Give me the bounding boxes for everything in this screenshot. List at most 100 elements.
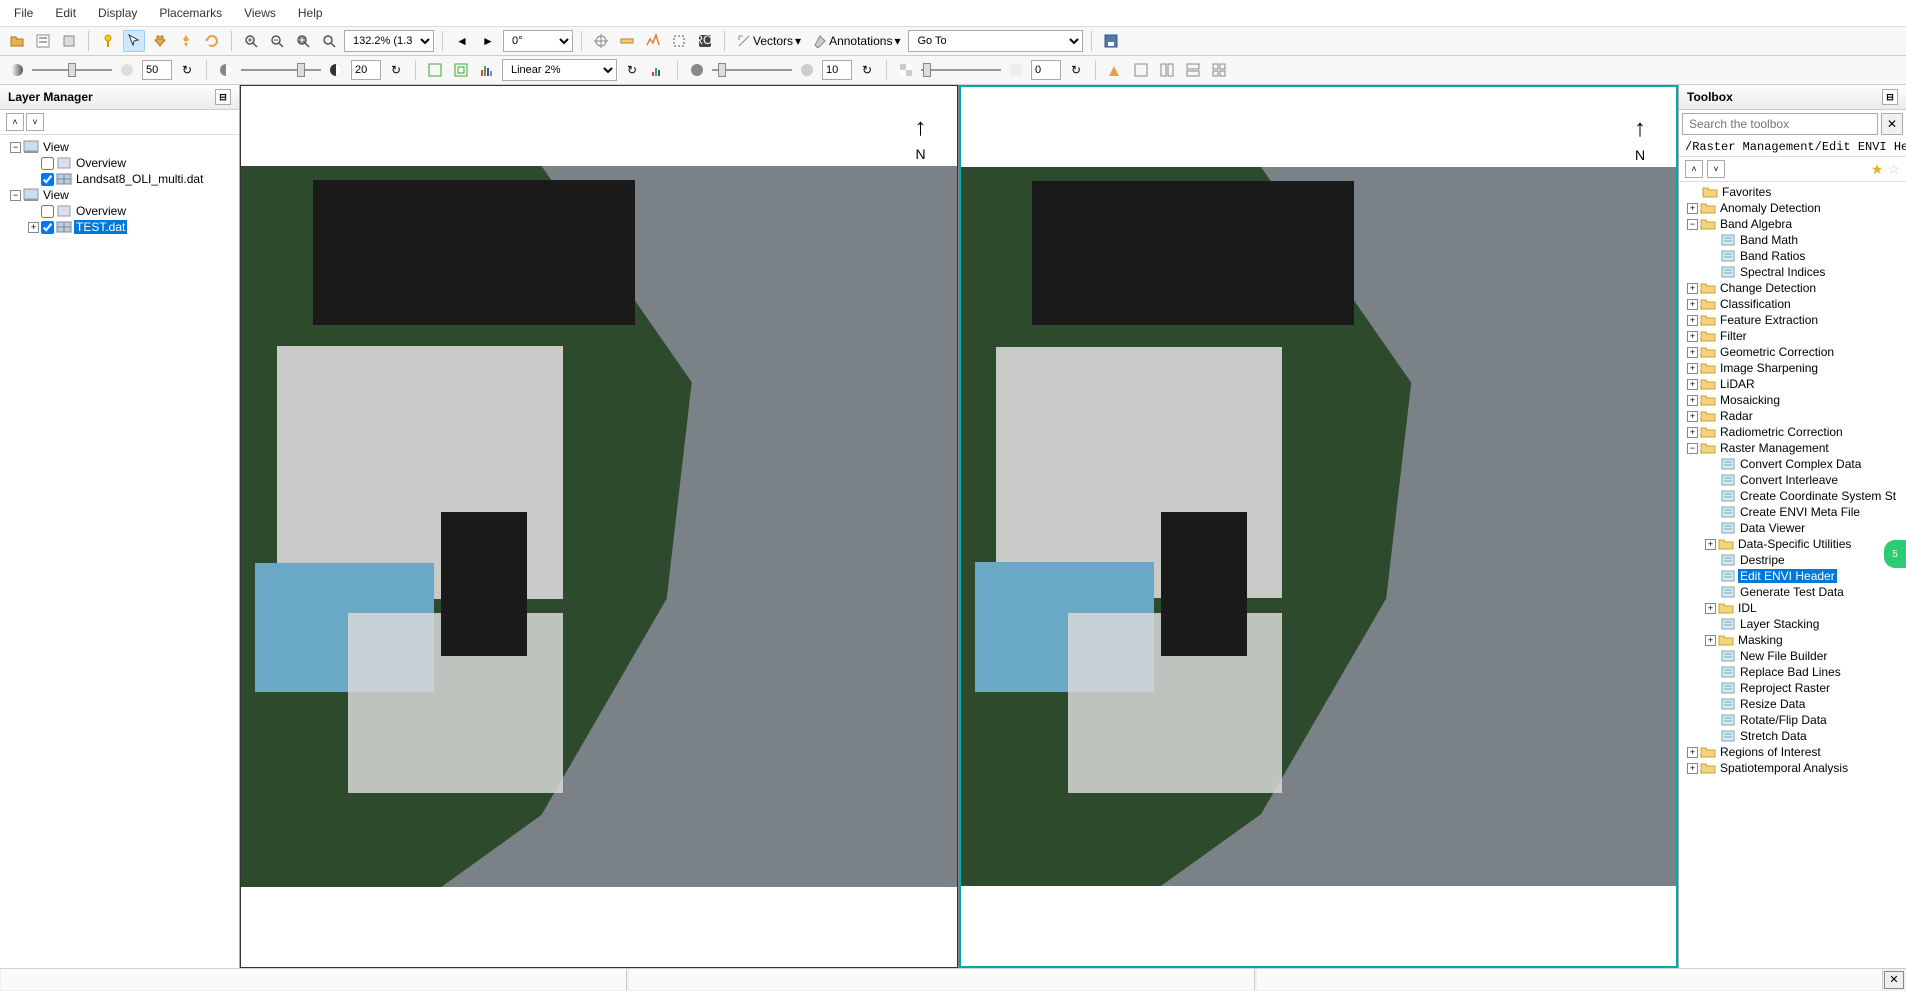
- toolbox-label[interactable]: Band Math: [1738, 233, 1800, 247]
- roi-icon[interactable]: ROI: [694, 30, 716, 52]
- layer-tree-item[interactable]: − View: [4, 139, 235, 155]
- toolbox-tree-item[interactable]: Generate Test Data: [1681, 584, 1904, 600]
- select-icon[interactable]: [123, 30, 145, 52]
- toolbox-label[interactable]: Create ENVI Meta File: [1738, 505, 1862, 519]
- brightness-icon[interactable]: [6, 59, 28, 81]
- layer-checkbox[interactable]: [41, 205, 54, 218]
- stretch-extent-icon[interactable]: [424, 59, 446, 81]
- tree-toggle-icon[interactable]: −: [1687, 443, 1698, 454]
- toolbox-label[interactable]: Resize Data: [1738, 697, 1807, 711]
- menu-display[interactable]: Display: [88, 2, 147, 24]
- tree-toggle-icon[interactable]: −: [10, 142, 21, 153]
- toolbox-tree-item[interactable]: +Mosaicking: [1681, 392, 1904, 408]
- toolbox-tree-item[interactable]: + Feature Extraction: [1681, 312, 1904, 328]
- toolbox-label[interactable]: Replace Bad Lines: [1738, 665, 1843, 679]
- portal-icon[interactable]: [1104, 59, 1126, 81]
- tree-toggle-icon[interactable]: +: [28, 222, 39, 233]
- tree-toggle-icon[interactable]: +: [1687, 299, 1698, 310]
- tree-toggle-icon[interactable]: +: [1687, 347, 1698, 358]
- toolbox-label[interactable]: Band Algebra: [1718, 217, 1794, 231]
- rotate-icon[interactable]: [201, 30, 223, 52]
- tree-toggle-icon[interactable]: −: [1687, 219, 1698, 230]
- panel-pin-icon[interactable]: ⊟: [215, 89, 231, 105]
- layer-label[interactable]: Overview: [74, 204, 128, 218]
- layer-label[interactable]: TEST.dat: [74, 220, 127, 234]
- transparency-icon[interactable]: [895, 59, 917, 81]
- view-pane-1[interactable]: ↑N: [240, 85, 958, 968]
- toolbox-tree-item[interactable]: Create Coordinate System St: [1681, 488, 1904, 504]
- menu-help[interactable]: Help: [288, 2, 333, 24]
- layer-label[interactable]: Landsat8_OLI_multi.dat: [74, 172, 205, 186]
- cursor-value-icon[interactable]: [97, 30, 119, 52]
- toolbox-label[interactable]: Edit ENVI Header: [1738, 569, 1837, 583]
- toolbox-label[interactable]: Band Ratios: [1738, 249, 1807, 263]
- tree-toggle-icon[interactable]: +: [1687, 379, 1698, 390]
- toolbox-label[interactable]: Regions of Interest: [1718, 745, 1823, 759]
- layer-label[interactable]: Overview: [74, 156, 128, 170]
- goto-combo[interactable]: Go To: [908, 30, 1083, 52]
- toolbox-tree-item[interactable]: Band Ratios: [1681, 248, 1904, 264]
- toolbox-label[interactable]: Feature Extraction: [1718, 313, 1820, 327]
- toolbox-tree-item[interactable]: +Radiometric Correction: [1681, 424, 1904, 440]
- region-icon[interactable]: [668, 30, 690, 52]
- reset-brightness-icon[interactable]: ↻: [176, 59, 198, 81]
- toolbox-label[interactable]: Spatiotemporal Analysis: [1718, 761, 1850, 775]
- layer-checkbox[interactable]: [41, 221, 54, 234]
- toolbox-tree-item[interactable]: Reproject Raster: [1681, 680, 1904, 696]
- toolbox-tree-item[interactable]: Replace Bad Lines: [1681, 664, 1904, 680]
- tree-toggle-icon[interactable]: +: [1687, 203, 1698, 214]
- toolbox-tree-item[interactable]: Rotate/Flip Data: [1681, 712, 1904, 728]
- tree-toggle-icon[interactable]: +: [1687, 283, 1698, 294]
- toolbox-tree-item[interactable]: Layer Stacking: [1681, 616, 1904, 632]
- toolbox-tree-item[interactable]: +Spatiotemporal Analysis: [1681, 760, 1904, 776]
- pan-icon[interactable]: [149, 30, 171, 52]
- transparency-slider[interactable]: [921, 61, 1001, 79]
- view-hsplit-icon[interactable]: [1182, 59, 1204, 81]
- toolbox-tree-item[interactable]: Convert Interleave: [1681, 472, 1904, 488]
- layer-tree-item[interactable]: + TEST.dat: [4, 219, 235, 235]
- toolbox-tree-item[interactable]: +Anomaly Detection: [1681, 200, 1904, 216]
- reset-sharpen-icon[interactable]: ↻: [856, 59, 878, 81]
- collapse-up-icon[interactable]: ˄: [6, 113, 24, 131]
- toolbox-tree-item[interactable]: Stretch Data: [1681, 728, 1904, 744]
- collapse-down-icon[interactable]: ˅: [1707, 160, 1725, 178]
- toolbox-label[interactable]: Generate Test Data: [1738, 585, 1846, 599]
- toolbox-search-input[interactable]: [1682, 113, 1878, 135]
- tree-toggle-icon[interactable]: +: [1687, 315, 1698, 326]
- layer-tree-item[interactable]: Landsat8_OLI_multi.dat: [4, 171, 235, 187]
- toolbox-tree-item[interactable]: New File Builder: [1681, 648, 1904, 664]
- tree-toggle-icon[interactable]: +: [1687, 747, 1698, 758]
- toolbox-tree-item[interactable]: Band Math: [1681, 232, 1904, 248]
- next-extent-icon[interactable]: ►: [477, 30, 499, 52]
- toolbox-label[interactable]: Data-Specific Utilities: [1736, 537, 1853, 551]
- zoom-extent-icon[interactable]: [292, 30, 314, 52]
- save-icon[interactable]: [1100, 30, 1122, 52]
- toolbox-tree-item[interactable]: +Geometric Correction: [1681, 344, 1904, 360]
- toolbox-tree-item[interactable]: +Image Sharpening: [1681, 360, 1904, 376]
- crosshair-icon[interactable]: [590, 30, 612, 52]
- toolbox-tree-item[interactable]: + Regions of Interest: [1681, 744, 1904, 760]
- panel-pin-icon[interactable]: ⊟: [1882, 89, 1898, 105]
- zoom-in-icon[interactable]: [240, 30, 262, 52]
- toolbox-tree-item[interactable]: +IDL: [1681, 600, 1904, 616]
- tree-toggle-icon[interactable]: +: [1705, 539, 1716, 550]
- annotations-dropdown[interactable]: Annotations ▾: [809, 32, 904, 50]
- measure-icon[interactable]: [616, 30, 638, 52]
- toolbox-tree-item[interactable]: +Filter: [1681, 328, 1904, 344]
- sharpen-icon[interactable]: [686, 59, 708, 81]
- open-icon[interactable]: [6, 30, 28, 52]
- sharpen-slider[interactable]: [712, 61, 792, 79]
- toolbox-label[interactable]: Rotate/Flip Data: [1738, 713, 1829, 727]
- toolbox-tree-item[interactable]: Resize Data: [1681, 696, 1904, 712]
- toolbox-tree-item[interactable]: Edit ENVI Header: [1681, 568, 1904, 584]
- unfavorite-star-icon[interactable]: ☆: [1887, 161, 1900, 178]
- layer-label[interactable]: View: [41, 140, 71, 154]
- menu-views[interactable]: Views: [234, 2, 286, 24]
- view-quad-icon[interactable]: [1208, 59, 1230, 81]
- sharpen-input[interactable]: [822, 60, 852, 80]
- toolbox-tree-item[interactable]: +Change Detection: [1681, 280, 1904, 296]
- toolbox-tree-item[interactable]: Convert Complex Data: [1681, 456, 1904, 472]
- brightness-slider[interactable]: [32, 61, 112, 79]
- zoom-combo[interactable]: 132.2% (1.3::: [344, 30, 434, 52]
- refresh-stretch-icon[interactable]: ↻: [621, 59, 643, 81]
